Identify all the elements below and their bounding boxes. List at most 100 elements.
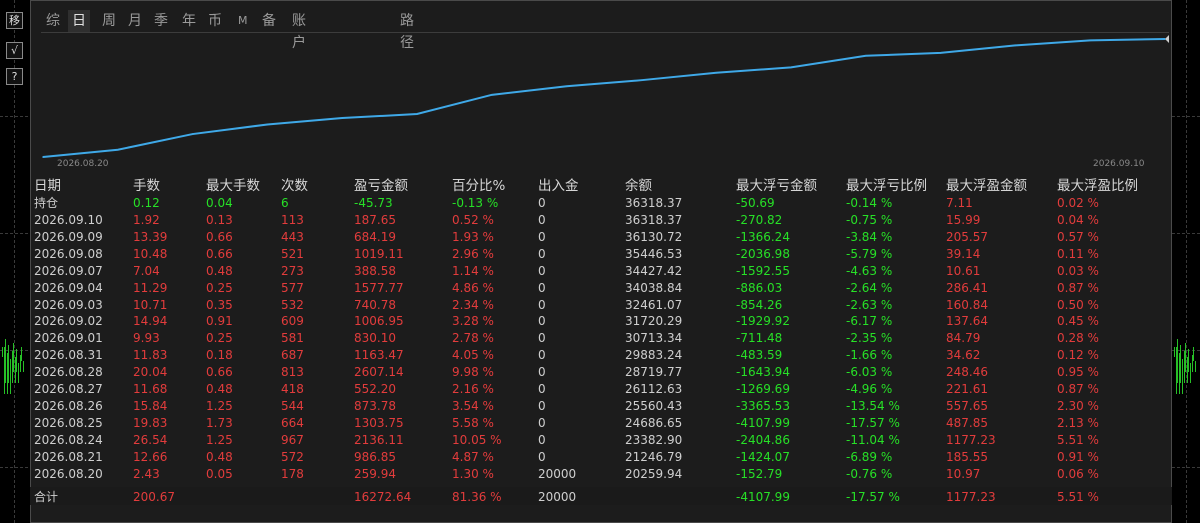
table-cell: 0 xyxy=(538,398,546,413)
tab-summary[interactable]: 综 xyxy=(42,10,64,32)
table-cell: 10.05 % xyxy=(452,432,502,447)
background-price-bar xyxy=(22,361,24,373)
table-cell: 0 xyxy=(538,415,546,430)
table-cell: 185.55 xyxy=(946,449,988,464)
table-cell: 26.54 xyxy=(133,432,168,447)
table-cell: 0.87 % xyxy=(1057,280,1099,295)
table-cell: 34038.84 xyxy=(625,280,683,295)
table-cell: 0 xyxy=(538,382,546,396)
table-cell: 0 xyxy=(538,432,546,447)
equity-point xyxy=(1014,44,1017,47)
table-cell: 259.94 xyxy=(354,466,396,481)
table-cell: 5.51 % xyxy=(1057,490,1099,504)
table-cell: 7.04 xyxy=(133,263,160,278)
tab-note[interactable]: 备 xyxy=(258,10,280,32)
table-cell: -1929.92 xyxy=(736,314,790,329)
table-cell: 1019.11 xyxy=(354,246,404,261)
table-cell: 5.51 % xyxy=(1057,432,1099,447)
table-cell: -50.69 xyxy=(736,196,775,210)
help-icon[interactable]: ? xyxy=(6,68,23,85)
check-icon[interactable]: √ xyxy=(6,42,23,59)
table-cell: 986.85 xyxy=(354,449,396,464)
table-cell: 7.11 xyxy=(946,196,973,210)
move-icon[interactable]: 移 xyxy=(6,12,23,29)
table-cell: 418 xyxy=(281,382,304,396)
equity-point xyxy=(865,54,867,57)
table-cell: 5.58 % xyxy=(452,415,494,430)
table-cell: 合计 xyxy=(34,490,59,504)
table-cell: 2026.09.07 xyxy=(34,263,103,278)
table-cell: 2026.09.09 xyxy=(34,229,103,244)
x-axis-end-label: 2026.09.10 xyxy=(1093,159,1145,169)
table-cell: 0.06 % xyxy=(1057,466,1099,481)
tab-year[interactable]: 年 xyxy=(178,10,200,32)
table-cell: 0.04 % xyxy=(1057,213,1099,227)
table-cell: 0 xyxy=(538,213,546,227)
background-price-bar xyxy=(21,347,23,362)
column-header: 百分比% xyxy=(452,178,506,194)
table-cell: 273 xyxy=(281,263,304,278)
table-cell: 10.97 xyxy=(946,466,981,481)
table-cell: -3.84 % xyxy=(846,229,893,244)
table-cell: 10.61 xyxy=(946,263,981,278)
table-cell: 15.84 xyxy=(133,398,168,413)
table-cell: -854.26 xyxy=(736,297,783,312)
table-cell: 1163.47 xyxy=(354,348,404,363)
tab-m[interactable]: M xyxy=(234,10,252,32)
table-cell: 2026.08.27 xyxy=(34,382,103,396)
table-cell: 0.48 xyxy=(206,382,233,396)
tab-path[interactable]: 路径 xyxy=(396,10,418,51)
table-cell: 39.14 xyxy=(946,246,981,261)
tab-month[interactable]: 月 xyxy=(124,10,146,32)
table-cell: 9.98 % xyxy=(452,365,494,380)
table-cell: 2026.09.03 xyxy=(34,297,103,312)
table-cell: 687 xyxy=(281,348,304,363)
table-cell: 0 xyxy=(538,297,546,312)
table-cell: -4.63 % xyxy=(846,263,893,278)
table-cell: 0.03 % xyxy=(1057,263,1099,278)
table-cell: -711.48 xyxy=(736,331,783,346)
table-cell: 11.83 xyxy=(133,348,168,363)
table-cell: 0.28 % xyxy=(1057,331,1099,346)
table-cell: 2.13 % xyxy=(1057,415,1099,430)
table-cell: 137.64 xyxy=(946,314,988,329)
equity-point xyxy=(191,133,194,135)
tab-week[interactable]: 周 xyxy=(98,10,120,32)
table-cell: -886.03 xyxy=(736,280,783,295)
table-cell: 2.78 % xyxy=(452,331,494,346)
table-cell: 221.61 xyxy=(946,382,988,396)
equity-point xyxy=(491,94,493,96)
table-cell: 2026.08.20 xyxy=(34,466,103,481)
table-cell: 487.85 xyxy=(946,415,988,430)
column-header: 最大浮亏金额 xyxy=(736,178,817,194)
table-cell: 4.05 % xyxy=(452,348,494,363)
table-cell: -1643.94 xyxy=(736,365,790,380)
table-cell: 12.66 xyxy=(133,449,168,464)
table-cell: -1366.24 xyxy=(736,229,790,244)
table-cell: -6.03 % xyxy=(846,365,893,380)
tab-day[interactable]: 日 xyxy=(68,10,90,32)
table-cell: 2026.08.25 xyxy=(34,415,103,430)
table-cell: -2036.98 xyxy=(736,246,790,261)
table-cell: -1424.07 xyxy=(736,449,790,464)
table-cell: 443 xyxy=(281,229,304,244)
equity-point xyxy=(1089,39,1091,42)
table-cell: 23382.90 xyxy=(625,432,683,447)
table-cell: -1269.69 xyxy=(736,382,790,396)
table-cell: 2.43 xyxy=(133,466,160,481)
table-cell: 1.30 % xyxy=(452,466,494,481)
table-cell: 31720.29 xyxy=(625,314,683,329)
background-price-bar xyxy=(1193,347,1195,362)
table-cell: 0.57 % xyxy=(1057,229,1099,244)
table-cell: 19.83 xyxy=(133,415,168,430)
table-cell: 1.93 % xyxy=(452,229,494,244)
table-cell: 873.78 xyxy=(354,398,396,413)
tab-quarter[interactable]: 季 xyxy=(150,10,172,32)
tab-currency[interactable]: 币 xyxy=(204,10,226,32)
table-cell: -483.59 xyxy=(736,348,783,363)
tab-account[interactable]: 账户 xyxy=(288,10,310,51)
table-cell: -45.73 xyxy=(354,196,393,210)
table-cell: 2026.09.08 xyxy=(34,246,103,261)
equity-series-line xyxy=(42,38,1166,158)
column-header: 最大浮亏比例 xyxy=(846,178,927,194)
